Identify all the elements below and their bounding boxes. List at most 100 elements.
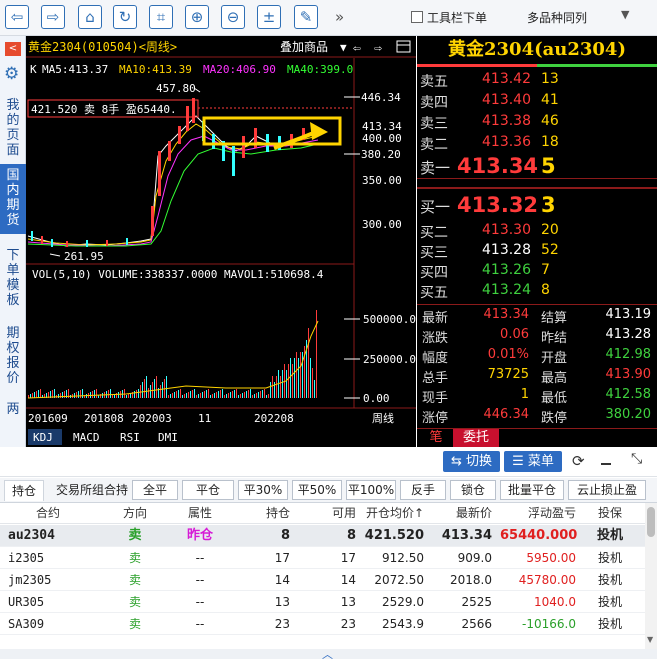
column-header[interactable]: 方向	[110, 503, 160, 524]
column-header[interactable]: 最新价	[430, 503, 492, 524]
calculator-icon[interactable]: ±	[257, 5, 281, 29]
stat-value: 0.06	[500, 327, 529, 342]
volume-bar	[294, 358, 295, 398]
switch-button[interactable]: ⇆ 切换	[443, 451, 500, 472]
action-button[interactable]: 平100%	[346, 480, 396, 500]
toolbar-order-label: 工具栏下单	[427, 11, 488, 25]
ask-price: 413.36	[482, 134, 531, 150]
minimize-icon[interactable]	[601, 463, 611, 465]
quote-tab-ticks[interactable]: 笔	[421, 429, 451, 447]
home-icon[interactable]: ⌂	[78, 5, 102, 29]
k-label: K	[30, 63, 37, 76]
column-header[interactable]: 开仓均价↑	[362, 503, 424, 524]
column-header[interactable]: 合约	[36, 503, 96, 524]
sidebar-item-my-page[interactable]: 我的页面	[3, 98, 23, 158]
action-button[interactable]: 云止损止盈	[568, 480, 646, 500]
indicator-tab-rsi[interactable]: RSI	[120, 431, 140, 444]
ask-price: 413.40	[482, 92, 531, 108]
multi-product-label[interactable]: 多品种同列	[527, 9, 587, 26]
action-button[interactable]: 平仓	[182, 480, 234, 500]
stat-row: 涨跌 0.06 昨结 413.28	[417, 327, 657, 347]
table-cell: 5950.00	[526, 551, 576, 565]
action-button[interactable]: 反手	[400, 480, 446, 500]
toolbar-order-checkbox[interactable]	[411, 11, 423, 23]
kline-chart-svg[interactable]: 黄金2304(010504)<周线> 叠加商品 ▼ ⇦ ⇨ K MA5:413.…	[26, 36, 416, 447]
kline-chart-panel[interactable]: 黄金2304(010504)<周线> 叠加商品 ▼ ⇦ ⇨ K MA5:413.…	[26, 36, 416, 447]
table-cell: 65440.000	[500, 528, 578, 543]
bid-label: 买二	[420, 225, 448, 241]
scroll-down-icon[interactable]: ▼	[647, 635, 653, 644]
volume-bar	[286, 370, 287, 398]
overlay-product-label[interactable]: 叠加商品	[280, 39, 328, 54]
column-header[interactable]: 投保	[590, 503, 630, 524]
chart-prev-arrow-icon[interactable]: ⇦	[353, 41, 361, 56]
chart-layout-icon[interactable]	[396, 40, 411, 53]
collapse-sidebar-icon[interactable]: <	[5, 42, 21, 56]
action-button[interactable]: 全平	[132, 480, 178, 500]
bid-price: 413.28	[482, 242, 531, 258]
action-button[interactable]: 平30%	[238, 480, 288, 500]
action-button[interactable]: 锁仓	[450, 480, 496, 500]
menu-button[interactable]: ☰ 菜单	[504, 451, 562, 472]
table-row[interactable]: i2305 卖 -- 17 17 912.50 909.0 5950.00 投机	[0, 547, 645, 569]
volume-bar	[76, 392, 77, 398]
table-scrollbar[interactable]: ▼	[645, 503, 657, 649]
ask-volume: 18	[541, 134, 559, 150]
candle	[41, 236, 43, 244]
gear-icon[interactable]: ⚙	[4, 64, 19, 84]
indicator-tab-macd[interactable]: MACD	[73, 431, 100, 444]
back-arrow-icon[interactable]: ⇦	[5, 5, 29, 29]
sidebar-item-order-template[interactable]: 下单模板	[3, 248, 23, 308]
collapse-up-icon[interactable]: ︿	[322, 646, 333, 662]
bid-volume: 7	[541, 262, 550, 278]
table-cell: 912.50	[382, 551, 424, 565]
column-header[interactable]: 可用	[296, 503, 356, 524]
tab-exchange-combo[interactable]: 交易所组合持	[52, 480, 132, 501]
action-button[interactable]: 批量平仓	[500, 480, 564, 500]
overlay-dropdown-icon[interactable]: ▼	[340, 41, 347, 54]
volume-bar	[240, 394, 241, 398]
table-cell: 卖	[128, 573, 141, 587]
column-header[interactable]: 浮动盈亏	[500, 503, 576, 524]
table-cell: 2018.0	[450, 573, 492, 587]
volume-bar	[200, 393, 201, 398]
scrollbar-thumb[interactable]	[647, 507, 655, 537]
volume-bar	[34, 392, 35, 398]
crop-icon[interactable]: ⌗	[149, 5, 173, 29]
pen-icon[interactable]: ✎	[294, 5, 318, 29]
sidebar-item-option-quotes[interactable]: 期权报价	[3, 326, 23, 386]
bid1-row: 买一 413.32 3	[417, 193, 657, 219]
forward-arrow-icon[interactable]: ⇨	[41, 5, 65, 29]
refresh-icon[interactable]: ⟳	[572, 452, 585, 470]
quote-tab-orders[interactable]: 委托	[453, 429, 499, 447]
volume-bar	[288, 364, 289, 398]
zoom-out-icon[interactable]: ⊖	[221, 5, 245, 29]
table-row[interactable]: au2304 卖 昨仓 8 8 421.520 413.34 65440.000 投机	[0, 525, 645, 547]
column-header[interactable]: 属性	[170, 503, 230, 524]
column-header[interactable]: 持仓	[240, 503, 290, 524]
chart-next-arrow-icon[interactable]: ⇨	[374, 41, 382, 56]
resize-icon[interactable]: ⤡	[631, 451, 642, 467]
zoom-in-icon[interactable]: ⊕	[185, 5, 209, 29]
indicator-tab-dmi[interactable]: DMI	[158, 431, 178, 444]
table-row[interactable]: jm2305 卖 -- 14 14 2072.50 2018.0 45780.00 投机	[0, 569, 645, 591]
table-row[interactable]: UR305 卖 -- 13 13 2529.0 2525 1040.0 投机	[0, 591, 645, 613]
refresh-icon[interactable]: ↻	[113, 5, 137, 29]
period-label[interactable]: 周线	[372, 411, 394, 425]
sidebar-item-two[interactable]: 两	[3, 402, 23, 417]
annotation-arrow-head[interactable]	[310, 122, 328, 140]
tab-positions[interactable]: 持仓	[4, 480, 44, 501]
more-icon[interactable]: »	[335, 8, 344, 26]
indicator-tab-kdj[interactable]: KDJ	[33, 431, 53, 444]
dropdown-chevron-icon[interactable]: ▼	[621, 8, 629, 21]
sidebar-item-domestic-futures[interactable]: 国内期货	[0, 164, 26, 234]
ask-label: 卖五	[420, 74, 448, 90]
table-row[interactable]: SA309 卖 -- 23 23 2543.9 2566 -10166.0 投机	[0, 613, 645, 635]
stat-label: 涨跌	[422, 331, 449, 346]
bid-row: 买四 413.26 7	[417, 262, 657, 282]
volume-bar	[92, 391, 93, 398]
candle	[178, 126, 181, 144]
stat-label: 最低	[541, 391, 568, 406]
candle	[31, 231, 33, 241]
action-button[interactable]: 平50%	[292, 480, 342, 500]
